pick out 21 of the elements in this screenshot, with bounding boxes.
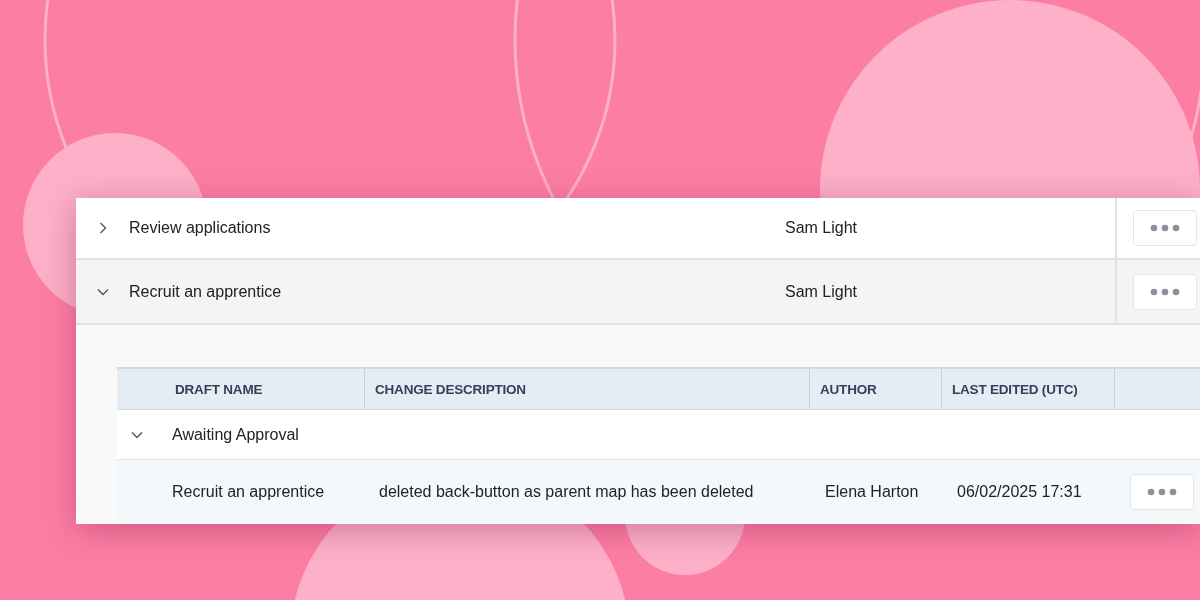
table-cell-text: Elena Harton — [824, 483, 920, 501]
column-header: CHANGE DESCRIPTION — [365, 369, 810, 409]
more-options-button[interactable] — [1130, 474, 1194, 510]
column-header: LAST EDITED (UTC) — [942, 369, 1115, 409]
more-icon — [1150, 224, 1180, 232]
task-row[interactable]: Recruit an apprentice Sam Light — [76, 260, 1200, 325]
group-label: Awaiting Approval — [171, 425, 299, 444]
task-row[interactable]: Review applications Sam Light — [76, 198, 1200, 260]
task-owner: Sam Light — [785, 219, 859, 237]
task-owner: Sam Light — [785, 282, 859, 301]
more-options-button[interactable] — [1133, 273, 1197, 310]
column-header: DRAFT NAME — [165, 369, 365, 409]
more-icon — [1150, 287, 1180, 296]
table-cell-text: deleted back-button as parent map has been deleted — [378, 483, 755, 501]
column-header: AUTHOR — [810, 369, 942, 409]
task-name: Review applications — [129, 219, 272, 237]
table-cell-text: Recruit an apprentice — [171, 483, 326, 501]
more-options-button[interactable] — [1133, 210, 1197, 246]
task-name: Recruit an apprentice — [129, 282, 283, 301]
table-cell-text: 06/02/2025 17:31 — [956, 483, 1083, 501]
more-icon — [1147, 488, 1177, 496]
